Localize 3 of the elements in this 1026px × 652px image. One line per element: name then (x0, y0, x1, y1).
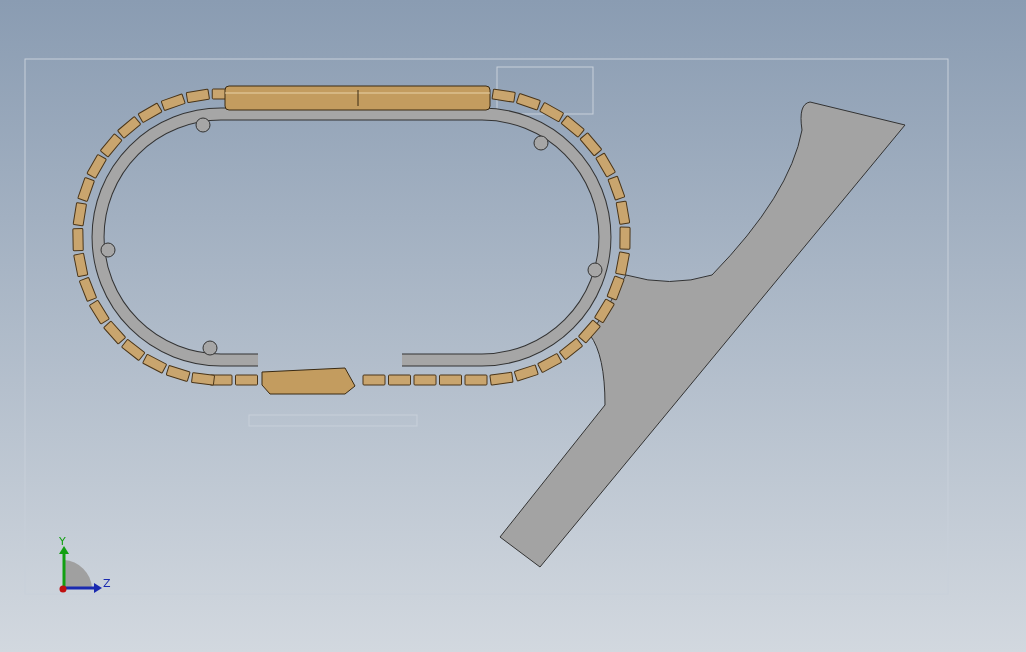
axis-triad-icon (59, 546, 102, 593)
z-axis-label: Z (103, 577, 111, 590)
y-axis-label: Y (59, 535, 66, 548)
